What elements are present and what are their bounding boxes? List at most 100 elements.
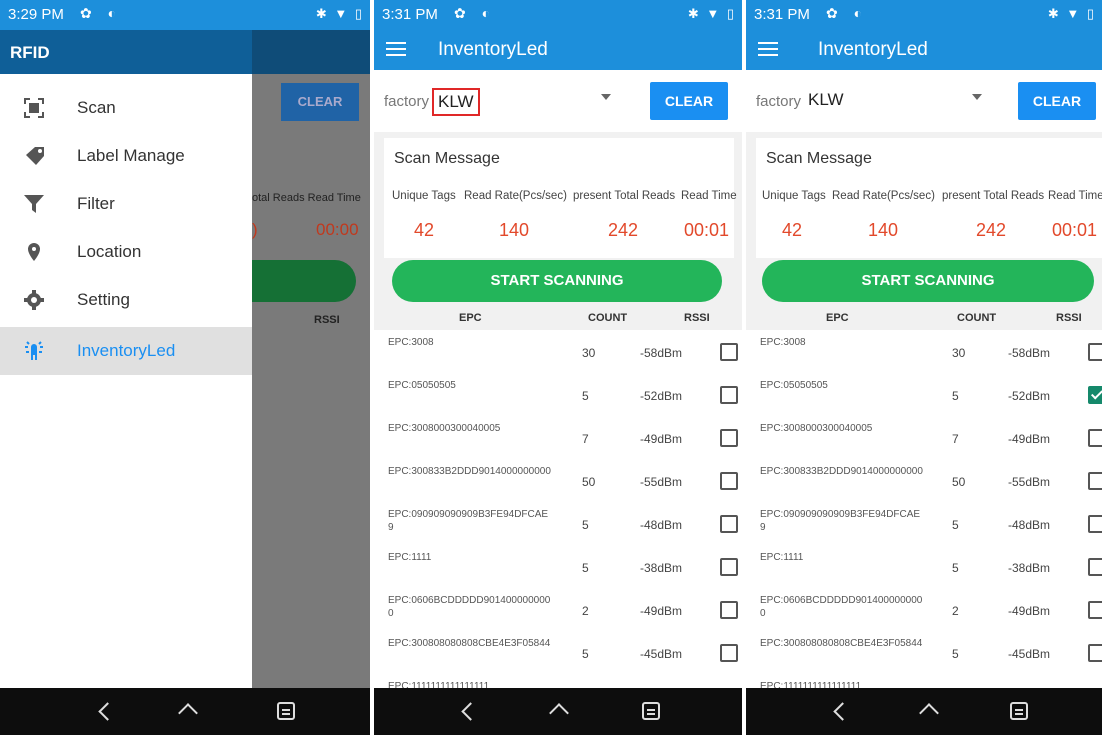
epc-cell: EPC:300833B2DDD9014000000000 bbox=[760, 466, 923, 477]
chevron-down-icon[interactable] bbox=[601, 94, 611, 100]
row-checkbox[interactable] bbox=[720, 472, 738, 490]
rssi-cell: -49dBm bbox=[640, 604, 683, 618]
table-row[interactable]: EPC:300808080808CBE4E3F05844 5 -45dBm bbox=[374, 631, 742, 674]
unique-tags-header: Unique Tags bbox=[392, 190, 456, 202]
system-icons: ✱ ▼ ▯ bbox=[315, 6, 364, 21]
row-checkbox[interactable] bbox=[1088, 472, 1102, 490]
row-checkbox[interactable] bbox=[720, 601, 738, 619]
chevron-down-icon[interactable] bbox=[972, 94, 982, 100]
app-title: InventoryLed bbox=[438, 39, 548, 60]
row-checkbox[interactable] bbox=[1088, 386, 1102, 404]
row-checkbox[interactable] bbox=[720, 515, 738, 533]
row-checkbox[interactable] bbox=[720, 429, 738, 447]
row-checkbox[interactable] bbox=[1088, 601, 1102, 619]
table-row[interactable]: EPC:1111111111111111 bbox=[746, 674, 1102, 688]
row-checkbox[interactable] bbox=[1088, 515, 1102, 533]
hamburger-menu-icon[interactable] bbox=[386, 39, 406, 59]
home-icon[interactable] bbox=[549, 703, 569, 723]
drawer-item-label: Setting bbox=[77, 290, 130, 309]
system-icons: ✱ ▼ ▯ bbox=[687, 6, 736, 21]
epc-cell: EPC:3008 bbox=[388, 337, 434, 348]
read-rate-value: 140 bbox=[499, 220, 530, 240]
system-icons: ✱ ▼ ▯ bbox=[1047, 6, 1096, 21]
row-checkbox[interactable] bbox=[720, 558, 738, 576]
dimmed-time-value: 00:00 bbox=[316, 220, 359, 239]
table-row[interactable]: EPC:1111111111111111 bbox=[374, 674, 742, 688]
count-cell: 50 bbox=[582, 475, 596, 489]
scan-message-title: Scan Message bbox=[394, 150, 500, 167]
table-row[interactable]: EPC:05050505 5 -52dBm bbox=[374, 373, 742, 416]
epc-cell: EPC:05050505 bbox=[388, 380, 456, 391]
table-row[interactable]: EPC:3008000300040005 7 -49dBm bbox=[746, 416, 1102, 459]
hamburger-menu-icon[interactable] bbox=[758, 39, 778, 59]
drawer-item-filter[interactable]: Filter bbox=[0, 180, 252, 228]
count-cell: 5 bbox=[952, 561, 959, 575]
system-nav-bar bbox=[746, 688, 1102, 735]
factory-dropdown[interactable]: KLW bbox=[804, 88, 848, 112]
read-time-value: 00:01 bbox=[684, 220, 730, 240]
row-checkbox[interactable] bbox=[720, 343, 738, 361]
table-row[interactable]: EPC:3008000300040005 7 -49dBm bbox=[374, 416, 742, 459]
read-time-header: Read Time bbox=[1048, 190, 1102, 202]
home-icon[interactable] bbox=[919, 703, 939, 723]
table-row[interactable]: EPC:3008 30 -58dBm bbox=[374, 330, 742, 373]
tag-table[interactable]: EPC:3008 30 -58dBm EPC:05050505 5 -52dBm EPC:3… bbox=[374, 330, 742, 688]
factory-selector-card: factory KLW CLEAR bbox=[374, 70, 742, 132]
phone-inventory-screen-checked: 3:31 PM ✿ ◐ ✱ ▼ ▯ InventoryLed factory K… bbox=[746, 0, 1102, 735]
row-checkbox[interactable] bbox=[1088, 558, 1102, 576]
recent-apps-icon[interactable] bbox=[1010, 702, 1028, 720]
drawer-item-setting[interactable]: Setting bbox=[0, 276, 252, 324]
filter-icon bbox=[24, 194, 44, 214]
table-row[interactable]: EPC:090909090909B3FE94DFCAE9 5 -48dBm bbox=[746, 502, 1102, 545]
count-column-header: COUNT bbox=[957, 312, 997, 324]
factory-dropdown[interactable]: KLW bbox=[432, 88, 480, 116]
table-row[interactable]: EPC:05050505 5 -52dBm bbox=[746, 373, 1102, 416]
drawer-item-label-manage[interactable]: Label Manage bbox=[0, 132, 252, 180]
table-row[interactable]: EPC:300833B2DDD9014000000000 50 -55dBm bbox=[746, 459, 1102, 502]
count-cell: 7 bbox=[952, 432, 959, 446]
clear-button[interactable]: CLEAR bbox=[1018, 82, 1096, 120]
rssi-cell: -48dBm bbox=[640, 518, 683, 532]
table-row[interactable]: EPC:300833B2DDD9014000000000 50 -55dBm bbox=[374, 459, 742, 502]
row-checkbox[interactable] bbox=[1088, 343, 1102, 361]
table-row[interactable]: EPC:300808080808CBE4E3F05844 5 -45dBm bbox=[746, 631, 1102, 674]
status-bar: 3:31 PM ✿ ◐ ✱ ▼ ▯ bbox=[746, 0, 1102, 30]
app-bar: InventoryLed bbox=[374, 30, 742, 70]
status-bar: 3:29 PM ✿ ◐ ✱ ▼ ▯ bbox=[0, 0, 370, 30]
row-checkbox[interactable] bbox=[1088, 644, 1102, 662]
start-scanning-button[interactable]: START SCANNING bbox=[392, 260, 722, 302]
drawer-item-inventoryled[interactable]: InventoryLed bbox=[0, 327, 252, 375]
table-header: EPC COUNT RSSI bbox=[746, 305, 1102, 329]
drawer-item-location[interactable]: Location bbox=[0, 228, 252, 276]
table-row[interactable]: EPC:0606BCDDDDD9014000000000 2 -49dBm bbox=[746, 588, 1102, 631]
table-row[interactable]: EPC:1111 5 -38dBm bbox=[374, 545, 742, 588]
row-checkbox[interactable] bbox=[720, 386, 738, 404]
row-checkbox[interactable] bbox=[720, 644, 738, 662]
tag-table[interactable]: EPC:3008 30 -58dBm EPC:05050505 5 -52dBm EPC:3… bbox=[746, 330, 1102, 688]
back-icon[interactable] bbox=[461, 702, 480, 721]
back-icon[interactable] bbox=[833, 702, 852, 721]
factory-selector-card: factory KLW CLEAR bbox=[746, 70, 1102, 132]
notification-icons: ✿ ◐ bbox=[80, 5, 123, 21]
row-checkbox[interactable] bbox=[1088, 429, 1102, 447]
back-icon[interactable] bbox=[98, 702, 117, 721]
epc-column-header: EPC bbox=[826, 312, 849, 324]
rssi-cell: -38dBm bbox=[640, 561, 683, 575]
table-row[interactable]: EPC:1111 5 -38dBm bbox=[746, 545, 1102, 588]
drawer-item-label: Scan bbox=[77, 98, 116, 117]
recent-apps-icon[interactable] bbox=[277, 702, 295, 720]
table-row[interactable]: EPC:0606BCDDDDD9014000000000 2 -49dBm bbox=[374, 588, 742, 631]
rssi-cell: -58dBm bbox=[640, 346, 683, 360]
clear-button[interactable]: CLEAR bbox=[650, 82, 728, 120]
phone-inventory-screen: 3:31 PM ✿ ◐ ✱ ▼ ▯ InventoryLed factory K… bbox=[374, 0, 742, 735]
drawer-item-scan[interactable]: Scan bbox=[0, 84, 252, 132]
recent-apps-icon[interactable] bbox=[642, 702, 660, 720]
count-cell: 7 bbox=[582, 432, 589, 446]
total-reads-value: 242 bbox=[976, 220, 1007, 240]
home-icon[interactable] bbox=[178, 703, 198, 723]
table-row[interactable]: EPC:090909090909B3FE94DFCAE9 5 -48dBm bbox=[374, 502, 742, 545]
rssi-cell: -52dBm bbox=[640, 389, 683, 403]
start-scanning-button[interactable]: START SCANNING bbox=[762, 260, 1094, 302]
table-row[interactable]: EPC:3008 30 -58dBm bbox=[746, 330, 1102, 373]
count-cell: 2 bbox=[952, 604, 959, 618]
